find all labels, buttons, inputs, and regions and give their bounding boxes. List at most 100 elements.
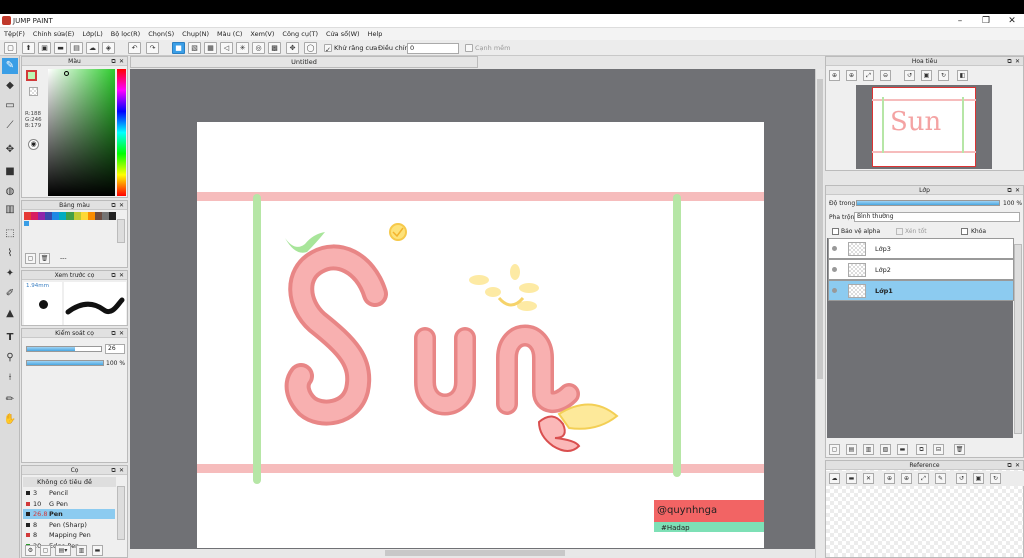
brush-list-scrollbar[interactable] xyxy=(117,486,125,540)
menu-color[interactable]: Màu (C) xyxy=(213,28,246,40)
float-icon[interactable]: ⧉ xyxy=(1006,58,1013,65)
brush-import-icon[interactable]: ▥ xyxy=(76,545,87,556)
panel-close-icon[interactable]: ✕ xyxy=(118,58,125,65)
panel-close-icon[interactable]: ✕ xyxy=(118,330,125,337)
select-all-icon[interactable]: ■ xyxy=(172,42,185,54)
close-button[interactable]: ✕ xyxy=(998,14,1024,28)
reference-cloud-icon[interactable]: ☁ xyxy=(829,473,840,484)
canvas-tab[interactable]: Untitled xyxy=(130,56,478,68)
hue-slider[interactable] xyxy=(117,69,126,196)
reference-rotate-left-icon[interactable]: ↺ xyxy=(956,473,967,484)
color-wheel-icon[interactable]: ◉ xyxy=(28,139,39,150)
brush-folder-icon[interactable]: ▬ xyxy=(92,545,103,556)
comment-icon[interactable]: ▬ xyxy=(54,42,67,54)
drawing-paper[interactable]: @quynhnga #Hadap xyxy=(197,122,764,548)
panel-close-icon[interactable]: ✕ xyxy=(1014,462,1021,469)
eyedropper-tool-icon[interactable]: ⟊ xyxy=(2,370,18,386)
reference-rotate-reset-icon[interactable]: ▣ xyxy=(973,473,984,484)
share-icon[interactable]: ◈ xyxy=(102,42,115,54)
float-icon[interactable]: ⧉ xyxy=(1006,462,1013,469)
minimize-button[interactable]: – xyxy=(946,14,974,28)
menu-file[interactable]: Tệp(F) xyxy=(0,28,29,40)
layer-scrollbar[interactable] xyxy=(1014,244,1022,434)
foreground-color-swatch[interactable] xyxy=(26,70,37,81)
brush-copy-icon[interactable]: ▤▾ xyxy=(55,545,71,556)
new-layer-icon[interactable]: ▢ xyxy=(829,444,840,455)
guide-icon[interactable]: ▩ xyxy=(268,42,281,54)
stamp-tool-icon[interactable]: ▲ xyxy=(2,306,18,322)
radial-icon[interactable]: ✳ xyxy=(236,42,249,54)
lock-checkbox[interactable] xyxy=(961,228,968,235)
eye-icon[interactable] xyxy=(832,267,837,272)
protect-alpha-checkbox[interactable] xyxy=(832,228,839,235)
brush-list-item[interactable]: 8 Mapping Pen xyxy=(23,530,115,540)
clipping-checkbox[interactable] xyxy=(896,228,903,235)
perspective-icon[interactable]: ◁ xyxy=(220,42,233,54)
menu-tools[interactable]: Công cụ(T) xyxy=(278,28,322,40)
text-tool-icon[interactable]: T xyxy=(2,330,18,346)
brush-size-value[interactable]: 26 xyxy=(105,344,125,354)
palette-swatches[interactable] xyxy=(24,212,117,220)
duplicate-layer-icon[interactable]: ⧉ xyxy=(916,444,927,455)
move-tool-icon[interactable]: ✥ xyxy=(2,142,18,158)
palette-scrollbar[interactable] xyxy=(117,219,125,243)
concentric-icon[interactable]: ◎ xyxy=(252,42,265,54)
reference-zoom-icon[interactable]: ⊕ xyxy=(901,473,912,484)
rotate-right-icon[interactable]: ↻ xyxy=(938,70,949,81)
brush-opacity-slider[interactable] xyxy=(26,360,104,366)
maximize-button[interactable]: ❐ xyxy=(972,14,1000,28)
zoom-tool-icon[interactable]: ⚲ xyxy=(2,350,18,366)
new-folder-icon[interactable]: ▬ xyxy=(897,444,908,455)
cloud-icon[interactable]: ☁ xyxy=(86,42,99,54)
reference-rotate-right-icon[interactable]: ↻ xyxy=(990,473,1001,484)
antialias-checkbox[interactable]: ✓ xyxy=(324,44,332,54)
float-icon[interactable]: ⧉ xyxy=(110,272,117,279)
zoom-plus-icon[interactable]: ⊕ xyxy=(846,70,857,81)
canvas-vertical-scrollbar[interactable] xyxy=(815,69,824,558)
delete-layer-icon[interactable]: 🗑 xyxy=(954,444,965,455)
add-palette-icon[interactable]: ▢ xyxy=(25,253,36,264)
panel-close-icon[interactable]: ✕ xyxy=(118,467,125,474)
brush-list-item[interactable]: 8 Pen (Sharp) xyxy=(23,520,115,530)
new-layer-8bit-icon[interactable]: ▥ xyxy=(863,444,874,455)
eraser-tool-icon[interactable]: ◆ xyxy=(2,78,18,94)
brush-list-item[interactable]: 10 G Pen xyxy=(23,499,115,509)
flip-icon[interactable]: ◧ xyxy=(957,70,968,81)
zoom-in-icon[interactable]: ⊕ xyxy=(829,70,840,81)
brush-settings-icon[interactable]: ⚙ xyxy=(25,545,36,556)
menu-capture[interactable]: Chụp(N) xyxy=(178,28,213,40)
menu-help[interactable]: Help xyxy=(364,28,387,40)
open-icon[interactable]: ⬆ xyxy=(22,42,35,54)
reference-fit-icon[interactable]: ⤢ xyxy=(918,473,929,484)
reference-open-icon[interactable]: ▬ xyxy=(846,473,857,484)
panel-close-icon[interactable]: ✕ xyxy=(1014,58,1021,65)
lasso-tool-icon[interactable]: ⌇ xyxy=(2,246,18,262)
fit-icon[interactable]: ⤢ xyxy=(863,70,874,81)
layer-row-selected[interactable]: Lớp1 xyxy=(828,280,1014,301)
gradient-tool-icon[interactable]: ▥ xyxy=(2,202,18,218)
brush-tool-icon[interactable]: ✎ xyxy=(2,58,18,74)
rotate-reset-icon[interactable]: ▣ xyxy=(921,70,932,81)
float-icon[interactable]: ⧉ xyxy=(110,202,117,209)
merge-layer-icon[interactable]: ⊟ xyxy=(933,444,944,455)
reference-close-icon[interactable]: ✕ xyxy=(863,473,874,484)
adjust-input[interactable]: 0 xyxy=(407,43,459,54)
float-icon[interactable]: ⧉ xyxy=(110,58,117,65)
eye-icon[interactable] xyxy=(832,288,837,293)
menu-window[interactable]: Cửa sổ(W) xyxy=(322,28,364,40)
soft-edge-checkbox[interactable] xyxy=(465,44,473,52)
panel-close-icon[interactable]: ✕ xyxy=(118,272,125,279)
shape-tool-icon[interactable]: ▭ xyxy=(2,98,18,114)
eye-icon[interactable] xyxy=(832,246,837,251)
brush-size-slider[interactable] xyxy=(26,346,102,352)
new-layer-halftone-icon[interactable]: ▤ xyxy=(846,444,857,455)
saturation-value-picker[interactable] xyxy=(48,69,115,196)
hand-tool-icon[interactable]: ✋ xyxy=(2,412,18,428)
reference-eyedropper-icon[interactable]: ✎ xyxy=(935,473,946,484)
line-tool-icon[interactable]: ⟋ xyxy=(2,118,18,134)
undo-icon[interactable]: ↶ xyxy=(128,42,141,54)
float-icon[interactable]: ⧉ xyxy=(110,330,117,337)
new-layer-1bit-icon[interactable]: ▧ xyxy=(880,444,891,455)
rotate-left-icon[interactable]: ↺ xyxy=(904,70,915,81)
palette-swatch-selected[interactable] xyxy=(24,221,29,226)
